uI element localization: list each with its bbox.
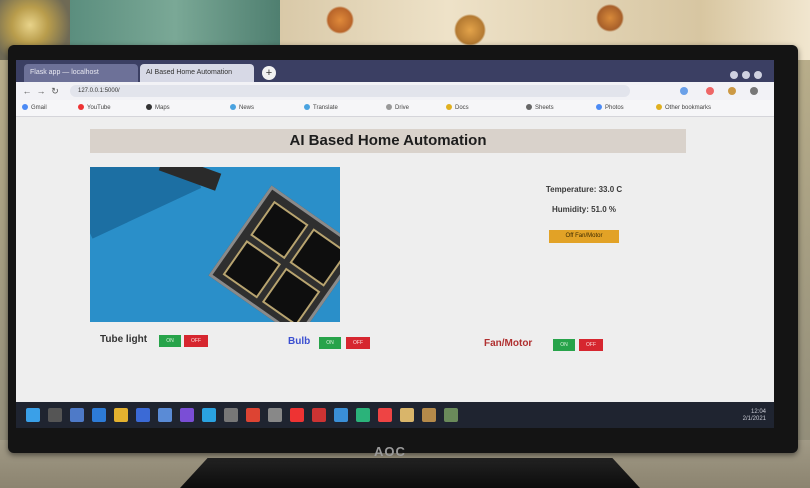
back-arrow-icon[interactable]: ← <box>22 85 32 97</box>
monitor-stand <box>180 458 640 488</box>
menu-dots-icon[interactable] <box>750 87 758 95</box>
task-view-icon[interactable] <box>70 408 84 422</box>
bookmark-item[interactable]: Gmail <box>22 103 47 113</box>
temperature-reading: Temperature: 33.0 C <box>545 185 623 194</box>
fan-motor-label: Fan/Motor <box>484 338 533 349</box>
bookmark-icon <box>146 104 152 111</box>
bookmark-item[interactable]: Photos <box>596 103 624 113</box>
bulb-off-button[interactable]: OFF <box>346 337 370 349</box>
folder-icon <box>656 104 662 111</box>
system-tray-clock[interactable]: 12:04 2/1/2021 <box>743 409 766 423</box>
extension-icon[interactable] <box>680 87 688 95</box>
bookmark-item[interactable]: Other bookmarks <box>656 103 711 113</box>
app-icon[interactable] <box>356 408 370 422</box>
url-input[interactable]: 127.0.0.1:5000/ <box>70 85 630 97</box>
camera-feed-image <box>90 167 340 322</box>
app-icon[interactable] <box>246 408 260 422</box>
app-icon[interactable] <box>400 408 414 422</box>
bookmark-item[interactable]: News <box>230 103 254 113</box>
mail-icon[interactable] <box>158 408 172 422</box>
bookmark-item[interactable]: Sheets <box>526 103 554 113</box>
web-page: AI Based Home Automation Temperature: 33… <box>16 117 774 402</box>
fan-motor-off-button[interactable]: OFF <box>579 339 603 351</box>
forward-arrow-icon[interactable]: → <box>36 85 46 97</box>
page-title: AI Based Home Automation <box>90 129 686 153</box>
monitor-screen: Flask app — localhost AI Based Home Auto… <box>16 60 774 428</box>
minimize-icon[interactable] <box>730 71 738 79</box>
bulb-on-button[interactable]: ON <box>319 337 341 349</box>
browser-tab-strip: Flask app — localhost AI Based Home Auto… <box>16 60 774 82</box>
clock-date: 2/1/2021 <box>742 416 766 422</box>
start-icon[interactable] <box>26 408 40 422</box>
ice-tray-object <box>208 185 340 322</box>
bookmark-item[interactable]: Maps <box>146 103 170 113</box>
bookmark-icon <box>596 104 602 111</box>
clock-time: 12:04 <box>750 409 766 415</box>
bookmark-icon <box>386 104 392 111</box>
app-icon[interactable] <box>202 408 216 422</box>
store-icon[interactable] <box>136 408 150 422</box>
browser-tab[interactable]: Flask app — localhost <box>24 64 138 82</box>
apps-icon <box>22 104 28 111</box>
app-icon[interactable] <box>422 408 436 422</box>
bookmark-icon <box>304 104 310 111</box>
fan-motor-action-button[interactable]: Off Fan/Motor <box>549 230 619 243</box>
app-icon[interactable] <box>334 408 348 422</box>
app-icon[interactable] <box>268 408 282 422</box>
bookmark-item[interactable]: YouTube <box>78 103 111 113</box>
chrome-icon[interactable] <box>378 408 392 422</box>
tube-light-on-button[interactable]: ON <box>159 335 181 347</box>
bookmark-item[interactable]: Translate <box>304 103 338 113</box>
browser-tab-active[interactable]: AI Based Home Automation <box>140 64 254 82</box>
app-icon[interactable] <box>180 408 194 422</box>
window-controls[interactable] <box>726 66 766 79</box>
profile-avatar-icon[interactable] <box>728 87 736 95</box>
app-icon[interactable] <box>444 408 458 422</box>
tube-light-off-button[interactable]: OFF <box>184 335 208 347</box>
edge-icon[interactable] <box>92 408 106 422</box>
reload-icon[interactable]: ↻ <box>50 85 60 97</box>
address-bar-row: ← → ↻ 127.0.0.1:5000/ <box>16 82 774 100</box>
monitor-brand-logo: AOC <box>374 444 406 459</box>
bookmark-item[interactable]: Drive <box>386 103 409 113</box>
maximize-icon[interactable] <box>742 71 750 79</box>
bookmark-icon <box>230 104 236 111</box>
extension-icon[interactable] <box>706 87 714 95</box>
tube-light-label: Tube light <box>100 334 148 345</box>
bookmark-icon <box>446 104 452 111</box>
bulb-label: Bulb <box>288 336 311 347</box>
bookmark-item[interactable]: Docs <box>446 103 469 113</box>
app-icon[interactable] <box>224 408 238 422</box>
windows-taskbar: 12:04 2/1/2021 <box>16 402 774 428</box>
app-icon[interactable] <box>312 408 326 422</box>
play-icon <box>526 104 532 111</box>
search-icon[interactable] <box>48 408 62 422</box>
new-tab-button[interactable]: + <box>262 66 276 80</box>
close-icon[interactable] <box>754 71 762 79</box>
fan-motor-on-button[interactable]: ON <box>553 339 575 351</box>
bookmarks-bar: Gmail YouTube Maps News Translate Drive … <box>16 100 774 117</box>
bookmark-icon <box>78 104 84 111</box>
humidity-reading: Humidity: 51.0 % <box>551 205 616 214</box>
file-explorer-icon[interactable] <box>114 408 128 422</box>
app-icon[interactable] <box>290 408 304 422</box>
